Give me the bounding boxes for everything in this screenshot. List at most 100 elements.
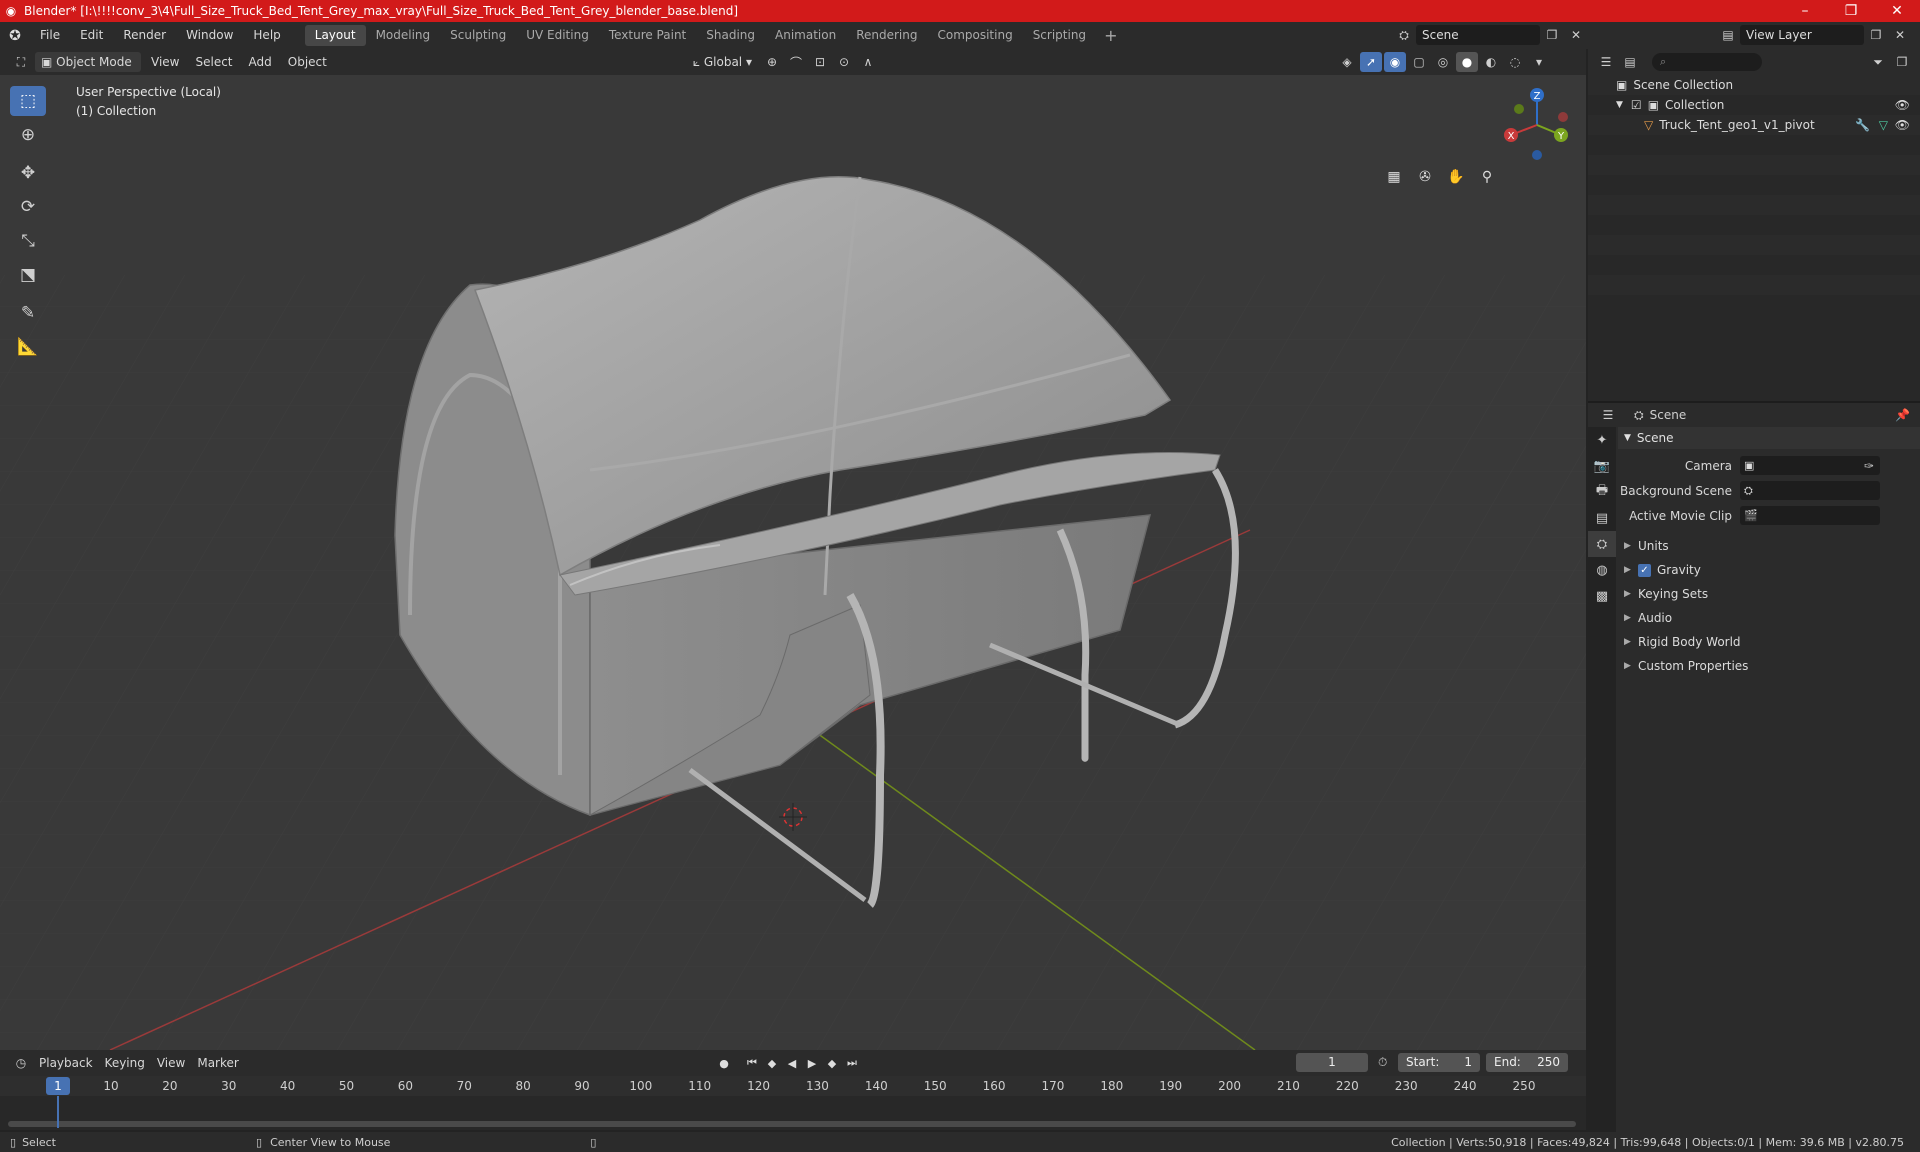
scene-icon[interactable]: ⛭ <box>1393 25 1415 45</box>
menu-object[interactable]: Object <box>282 52 333 72</box>
camera-field[interactable]: ▣ <box>1740 456 1880 475</box>
snap-target-icon[interactable]: ⊡ <box>809 52 831 72</box>
gravity-panel[interactable]: ▶ ✓ Gravity <box>1618 558 1920 582</box>
world-tab-icon[interactable]: ◍ <box>1588 557 1616 583</box>
mode-dropdown[interactable]: ▣ Object Mode ▾ <box>35 52 141 89</box>
editor-type-icon[interactable]: ⛶ <box>10 52 32 72</box>
menu-select[interactable]: Select <box>189 52 238 72</box>
render-tab-icon[interactable]: 📷 <box>1588 453 1616 479</box>
annotate-tool-icon[interactable]: ✎ <box>10 298 46 328</box>
visibility-icon[interactable]: ◈ <box>1336 52 1358 72</box>
tab-animation[interactable]: Animation <box>765 25 846 46</box>
playback-menu[interactable]: Playback <box>33 1056 99 1070</box>
display-mode-icon[interactable]: ▤ <box>1619 52 1641 72</box>
overlay-icon[interactable]: ◉ <box>1383 52 1406 72</box>
tab-compositing[interactable]: Compositing <box>927 25 1022 46</box>
scene-tab-icon[interactable]: ⛭ <box>1588 531 1616 557</box>
close-button[interactable]: ✕ <box>1874 0 1920 22</box>
orientation-dropdown[interactable]: ⟀ Global ▾ <box>687 52 758 72</box>
end-frame-field[interactable]: End: 250 <box>1486 1053 1568 1072</box>
outliner-search-input[interactable]: ⌕ <box>1652 53 1762 71</box>
menu-view[interactable]: View <box>145 52 185 72</box>
delete-view-layer-icon[interactable]: ✕ <box>1889 25 1911 45</box>
maximize-button[interactable]: ❐ <box>1828 0 1874 22</box>
tab-scripting[interactable]: Scripting <box>1023 25 1096 46</box>
new-view-layer-icon[interactable]: ❐ <box>1865 25 1887 45</box>
add-workspace-icon[interactable]: + <box>1096 26 1125 45</box>
collection-checkbox[interactable]: ☑ <box>1631 98 1642 112</box>
new-collection-icon[interactable]: ❐ <box>1891 52 1913 72</box>
blender-menu-icon[interactable]: ✪ <box>0 22 30 49</box>
menu-render[interactable]: Render <box>113 22 176 49</box>
rotate-tool-icon[interactable]: ⟳ <box>10 192 46 222</box>
outliner-row-scene-collection[interactable]: ▣ Scene Collection <box>1588 75 1920 95</box>
gravity-checkbox[interactable]: ✓ <box>1638 563 1651 577</box>
object-visibility-eye-icon[interactable]: 👁 <box>1895 118 1910 132</box>
record-icon[interactable]: ● <box>714 1053 734 1073</box>
expand-arrow-icon[interactable]: ▼ <box>1616 100 1623 110</box>
transform-tool-icon[interactable]: ⬔ <box>10 260 46 290</box>
wireframe-shading-icon[interactable]: ◎ <box>1432 52 1454 72</box>
rigid-body-world-panel[interactable]: ▶ Rigid Body World <box>1618 630 1920 654</box>
snap-icon[interactable]: ⌒ <box>785 52 807 72</box>
menu-add[interactable]: Add <box>243 52 278 72</box>
view-layer-icon[interactable]: ▤ <box>1717 25 1739 45</box>
play-icon[interactable]: ▶ <box>802 1053 822 1073</box>
move-tool-icon[interactable]: ✥ <box>10 158 46 188</box>
xray-icon[interactable]: ▢ <box>1408 52 1430 72</box>
pan-hand-icon[interactable]: ✋ <box>1442 163 1470 191</box>
filter-icon[interactable]: ⏷ <box>1867 52 1889 72</box>
play-reverse-icon[interactable]: ◀ <box>782 1053 802 1073</box>
jump-start-icon[interactable]: ⏮ <box>742 1053 762 1073</box>
audio-panel[interactable]: ▶ Audio <box>1618 606 1920 630</box>
scale-tool-icon[interactable]: ⤡ <box>10 226 46 256</box>
timeline-area[interactable]: 1 10 20 30 40 50 60 70 80 90 100 110 120 130 140 150 160… <box>0 1076 1586 1130</box>
menu-window[interactable]: Window <box>176 22 243 49</box>
falloff-icon[interactable]: ∧ <box>857 52 879 72</box>
properties-editor-type-icon[interactable]: ☰ <box>1597 405 1619 425</box>
playhead-line[interactable] <box>57 1096 59 1128</box>
next-keyframe-icon[interactable]: ◆ <box>822 1053 842 1073</box>
camera-view-icon[interactable]: ✇ <box>1411 163 1439 191</box>
background-scene-field[interactable]: ⛭ <box>1740 481 1880 500</box>
solid-shading-icon[interactable]: ● <box>1455 52 1478 72</box>
tool-tab-icon[interactable]: ✦ <box>1588 427 1616 453</box>
collection-visibility-eye-icon[interactable]: 👁 <box>1895 98 1910 112</box>
material-shading-icon[interactable]: ◐ <box>1480 52 1502 72</box>
pin-icon[interactable]: 📌 <box>1895 408 1910 422</box>
zoom-icon[interactable]: ⚲ <box>1473 163 1501 191</box>
tab-modeling[interactable]: Modeling <box>366 25 441 46</box>
current-frame-field[interactable]: 1 <box>1296 1053 1368 1072</box>
outliner-row-object[interactable]: ▽ Truck_Tent_geo1_v1_pivot 🔧 ▽ 👁 <box>1588 115 1920 135</box>
select-box-tool-icon[interactable]: ⬚ <box>10 86 46 116</box>
proportional-edit-icon[interactable]: ⊙ <box>833 52 855 72</box>
outliner-row-collection[interactable]: ▼ ☑ ▣ Collection 👁 <box>1588 95 1920 115</box>
tab-texture-paint[interactable]: Texture Paint <box>599 25 696 46</box>
prev-keyframe-icon[interactable]: ◆ <box>762 1053 782 1073</box>
scene-name-field[interactable]: Scene <box>1416 25 1540 45</box>
tab-shading[interactable]: Shading <box>696 25 765 46</box>
rendered-shading-icon[interactable]: ◌ <box>1504 52 1526 72</box>
keying-sets-panel[interactable]: ▶ Keying Sets <box>1618 582 1920 606</box>
scene-panel-header[interactable]: ▼ Scene <box>1618 427 1920 449</box>
current-frame-indicator[interactable]: 1 <box>46 1077 70 1095</box>
texture-tab-icon[interactable]: ▩ <box>1588 583 1616 609</box>
delete-scene-icon[interactable]: ✕ <box>1565 25 1587 45</box>
outliner-editor-type-icon[interactable]: ☰ <box>1595 52 1617 72</box>
tab-uv-editing[interactable]: UV Editing <box>516 25 599 46</box>
navigation-gizmo[interactable]: Z X Y <box>1497 83 1577 165</box>
shading-options-icon[interactable]: ▾ <box>1528 52 1550 72</box>
timeline-scrollbar[interactable] <box>8 1121 1576 1127</box>
preview-range-icon[interactable]: ⏱ <box>1378 1055 1387 1070</box>
timeline-view-menu[interactable]: View <box>151 1056 191 1070</box>
jump-end-icon[interactable]: ⏭ <box>842 1053 862 1073</box>
output-tab-icon[interactable]: 🖶 <box>1588 479 1616 505</box>
timeline-editor-type-icon[interactable]: ◷ <box>10 1053 32 1073</box>
eyedropper-icon[interactable]: ✑ <box>1864 459 1874 473</box>
tab-layout[interactable]: Layout <box>304 25 366 46</box>
movie-clip-field[interactable]: 🎬 <box>1740 506 1880 525</box>
3d-viewport[interactable]: User Perspective (Local) (1) Collection … <box>0 75 1586 1050</box>
cursor-tool-icon[interactable]: ⊕ <box>10 120 46 150</box>
new-scene-icon[interactable]: ❐ <box>1541 25 1563 45</box>
timeline-ruler[interactable]: 1 10 20 30 40 50 60 70 80 90 100 110 120 130 140 150 160… <box>0 1076 1586 1096</box>
